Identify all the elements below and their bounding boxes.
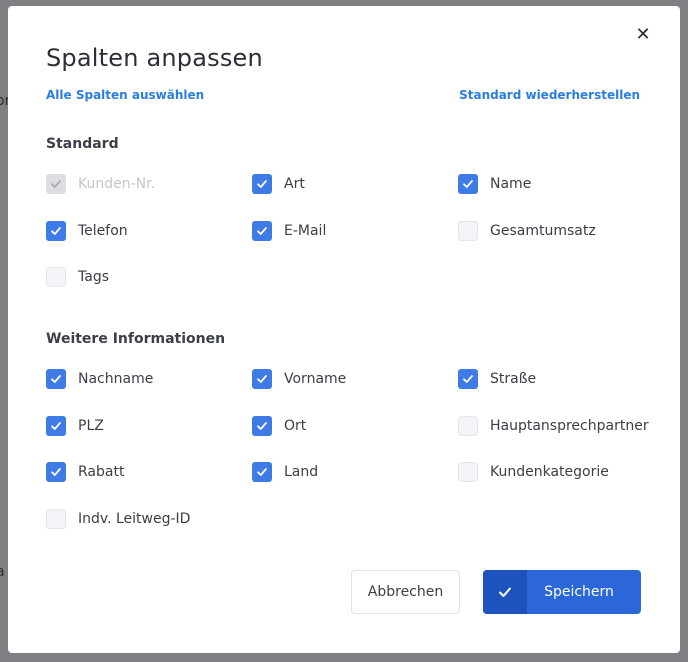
checkbox-label: Telefon [78, 222, 128, 239]
cancel-button-label: Abbrechen [367, 584, 444, 600]
section-title-more-info: Weitere Informationen [46, 331, 226, 347]
checkbox-tags[interactable]: Tags [46, 267, 109, 287]
checkbox-label: Gesamtumsatz [490, 222, 596, 239]
checkbox-kunden-nr: Kunden-Nr. [46, 174, 155, 194]
section-title-standard: Standard [46, 136, 119, 152]
select-all-link[interactable]: Alle Spalten auswählen [46, 88, 204, 102]
checkbox-gesamtumsatz[interactable]: Gesamtumsatz [458, 220, 596, 241]
checkbox-nachname[interactable]: Nachname [46, 369, 153, 389]
checkbox-label: Vorname [284, 371, 347, 387]
check-icon [483, 570, 527, 614]
checkbox-label: Rabatt [78, 464, 125, 480]
checkbox-checked-icon[interactable] [252, 174, 272, 194]
checkbox-checked-icon[interactable] [252, 462, 272, 482]
checkbox-plz[interactable]: PLZ [46, 415, 104, 436]
checkbox-label: Kundenkategorie [490, 464, 609, 480]
checkbox-checked-icon[interactable] [252, 369, 272, 389]
checkbox-label: Land [284, 464, 319, 480]
close-icon[interactable]: ✕ [634, 26, 652, 44]
checkbox-hauptansprechpartner[interactable]: Hauptansprechpartner [458, 415, 649, 436]
checkbox-rabatt[interactable]: Rabatt [46, 462, 124, 482]
save-button-label: Speichern [544, 584, 614, 600]
checkbox-e-mail[interactable]: E-Mail [252, 220, 327, 241]
checkbox-name[interactable]: Name [458, 174, 531, 194]
checkbox-checked-icon[interactable] [252, 415, 272, 436]
checkbox-label: Name [490, 176, 532, 192]
checkbox-art[interactable]: Art [252, 174, 305, 194]
checkbox-ort[interactable]: Ort [252, 415, 307, 436]
save-button[interactable]: Speichern [483, 570, 641, 614]
checkbox-indv-leitweg-id[interactable]: Indv. Leitweg-ID [46, 508, 191, 529]
checkbox-checked-icon [46, 174, 66, 194]
checkbox-empty-icon[interactable] [458, 462, 478, 482]
checkbox-vorname[interactable]: Vorname [252, 369, 346, 389]
checkbox-telefon[interactable]: Telefon [46, 220, 128, 241]
reset-defaults-link[interactable]: Standard wiederherstellen [459, 88, 640, 102]
checkbox-checked-icon[interactable] [46, 415, 66, 436]
checkbox-label: Nachname [78, 371, 154, 387]
checkbox-label: Indv. Leitweg-ID [78, 510, 191, 527]
checkbox-label: Hauptansprechpartner [490, 417, 649, 434]
checkbox-kundenkategorie[interactable]: Kundenkategorie [458, 462, 609, 482]
checkbox-label: Ort [284, 417, 307, 434]
checkbox-label: Straße [490, 371, 537, 387]
checkbox-checked-icon[interactable] [46, 369, 66, 389]
background-fragment-2: a [0, 564, 5, 580]
checkbox-checked-icon[interactable] [46, 220, 66, 241]
checkbox-checked-icon[interactable] [252, 220, 272, 241]
checkbox-checked-icon[interactable] [458, 174, 478, 194]
column-settings-dialog: ✕ Spalten anpassen Alle Spalten auswähle… [8, 6, 680, 653]
checkbox-empty-icon[interactable] [458, 415, 478, 436]
checkbox-label: Kunden-Nr. [78, 176, 156, 192]
checkbox-label: Art [284, 176, 305, 192]
dialog-title: Spalten anpassen [46, 44, 263, 72]
cancel-button[interactable]: Abbrechen [351, 570, 460, 614]
checkbox-label: PLZ [78, 417, 104, 434]
checkbox-checked-icon[interactable] [46, 462, 66, 482]
checkbox-empty-icon[interactable] [46, 267, 66, 287]
checkbox-label: Tags [78, 269, 109, 285]
checkbox-empty-icon[interactable] [458, 220, 478, 241]
checkbox-empty-icon[interactable] [46, 508, 66, 529]
checkbox-checked-icon[interactable] [458, 369, 478, 389]
checkbox-land[interactable]: Land [252, 462, 318, 482]
checkbox-label: E-Mail [284, 222, 327, 239]
checkbox-strasse[interactable]: Straße [458, 369, 536, 389]
